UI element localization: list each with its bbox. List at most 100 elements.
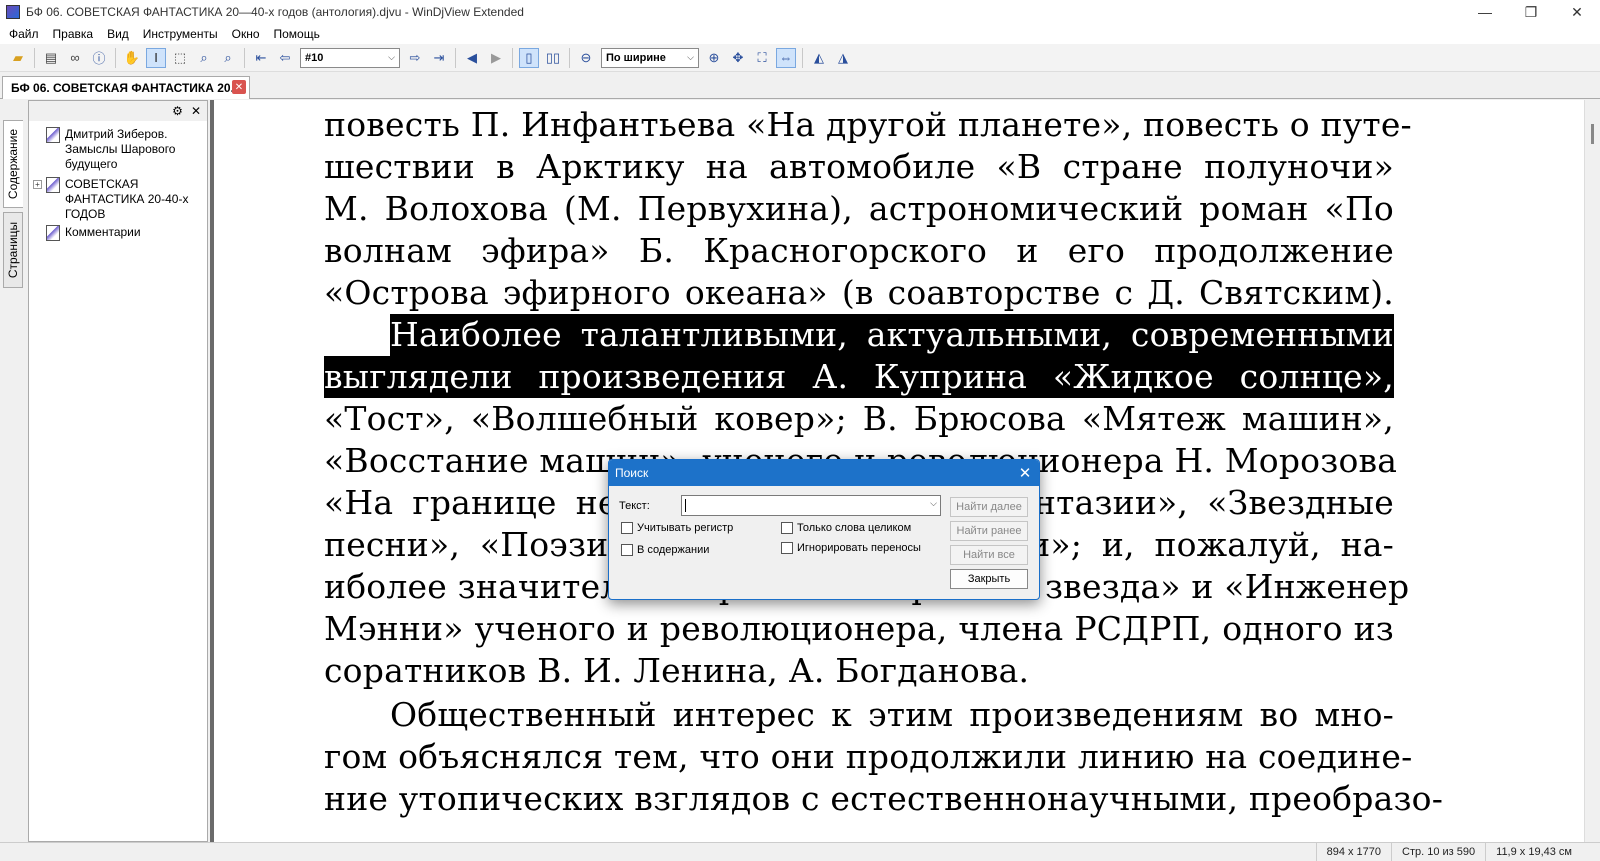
- continuous-layout-icon[interactable]: ▯: [519, 47, 539, 68]
- actual-size-icon[interactable]: ⛶: [752, 48, 772, 68]
- toolbar-separator: [802, 47, 803, 68]
- hand-icon[interactable]: ✋: [122, 48, 142, 68]
- menu-edit[interactable]: Правка: [46, 27, 101, 41]
- document-icon: [46, 225, 60, 241]
- rotate-left-icon[interactable]: ◭: [809, 48, 829, 68]
- fit-page-icon[interactable]: ✥: [728, 48, 748, 68]
- toolbar-separator: [34, 47, 35, 68]
- zoom-combo[interactable]: По ширине ⌵: [601, 47, 699, 68]
- page-combo[interactable]: #10 ⌵: [300, 47, 400, 68]
- document-icon: [46, 177, 60, 193]
- checkbox-box[interactable]: [621, 522, 633, 534]
- magnifier-minus-icon[interactable]: ⌕: [218, 48, 238, 68]
- tab-document[interactable]: БФ 06. СОВЕТСКАЯ ФАНТАСТИКА 20...: [2, 76, 250, 99]
- text-line: Мэнни» ученого и революционера, члена РС…: [324, 609, 1394, 648]
- chevron-down-icon: ⌵: [687, 52, 694, 62]
- dialog-close-icon[interactable]: ✕: [1011, 460, 1039, 486]
- search-input[interactable]: ⌵: [681, 495, 941, 516]
- tree-item[interactable]: + СОВЕТСКАЯ ФАНТАСТИКА 20-40-х ГОДОВ: [33, 177, 193, 222]
- find-next-button[interactable]: Найти далее: [950, 497, 1028, 517]
- dialog-title-bar[interactable]: Поиск: [609, 460, 1039, 486]
- binoculars-icon[interactable]: ∞: [65, 48, 85, 68]
- toolbar-separator: [569, 47, 570, 68]
- facing-pages-icon[interactable]: ▯▯: [543, 48, 563, 68]
- back-icon[interactable]: ◀: [462, 48, 482, 68]
- search-dialog: Поиск ✕ Текст: ⌵ Учитывать регистр Тольк…: [608, 459, 1040, 600]
- forward-icon[interactable]: ▶: [486, 48, 506, 68]
- menu-file[interactable]: Файл: [2, 27, 46, 41]
- window-title: БФ 06. СОВЕТСКАЯ ФАНТАСТИКА 20—40-х годо…: [26, 5, 524, 19]
- close-icon[interactable]: ✕: [191, 104, 201, 118]
- menu-bar: Файл Правка Вид Инструменты Окно Помощь: [0, 24, 1600, 44]
- chevron-down-icon: ⌵: [388, 52, 395, 62]
- status-bar: 894 x 1770 Стр. 10 из 590 11,9 x 19,43 с…: [0, 842, 1600, 861]
- menu-help[interactable]: Помощь: [267, 27, 327, 41]
- next-page-icon[interactable]: ⇨: [405, 48, 425, 68]
- rect-select-icon[interactable]: ⬚: [170, 48, 190, 68]
- first-page-icon[interactable]: ⇤: [251, 48, 271, 68]
- dialog-title: Поиск: [615, 466, 649, 480]
- fit-width-icon[interactable]: ⇔: [776, 47, 796, 68]
- zoom-combo-value: По ширине: [606, 51, 666, 64]
- toolbar-separator: [115, 47, 116, 68]
- text-label: Текст:: [619, 500, 650, 512]
- toolbar-separator: [244, 47, 245, 68]
- restore-button[interactable]: ❐: [1508, 0, 1554, 24]
- toolbar-separator: [512, 47, 513, 68]
- tab-contents[interactable]: Содержание: [3, 120, 23, 208]
- menu-view[interactable]: Вид: [100, 27, 136, 41]
- chevron-down-icon[interactable]: ⌵: [930, 498, 937, 509]
- status-page-size: 894 x 1770: [1315, 842, 1391, 861]
- rotate-right-icon[interactable]: ◮: [833, 48, 853, 68]
- highlighted-text-line: Наиболее талантливыми, актуальными, совр…: [390, 314, 1394, 356]
- in-contents-checkbox[interactable]: В содержании: [621, 544, 709, 556]
- text-line: соратников В. И. Ленина, А. Богданова.: [324, 651, 1030, 690]
- toolbar-separator: [455, 47, 456, 68]
- zoom-out-icon[interactable]: ⊖: [576, 48, 596, 68]
- match-case-checkbox[interactable]: Учитывать регистр: [621, 522, 733, 534]
- info-icon[interactable]: ⓘ: [89, 48, 109, 68]
- tab-pages[interactable]: Страницы: [3, 212, 23, 288]
- checkbox-box[interactable]: [781, 542, 793, 554]
- document-icon: [46, 127, 60, 143]
- find-prev-button[interactable]: Найти ранее: [950, 521, 1028, 541]
- checkbox-box[interactable]: [621, 544, 633, 556]
- tab-contents-label: Содержание: [6, 128, 21, 200]
- close-dialog-button[interactable]: Закрыть: [950, 569, 1028, 589]
- last-page-icon[interactable]: ⇥: [429, 48, 449, 68]
- tree-item-label: Дмитрий Зиберов. Замыслы Шарового будуще…: [65, 127, 176, 171]
- gear-icon[interactable]: ⚙: [172, 104, 183, 118]
- status-page-number: Стр. 10 из 590: [1391, 842, 1485, 861]
- whole-words-checkbox[interactable]: Только слова целиком: [781, 522, 911, 534]
- checkbox-box[interactable]: [781, 522, 793, 534]
- scroll-thumb[interactable]: [1591, 124, 1594, 144]
- ignore-hyphens-checkbox[interactable]: Игнорировать переносы: [781, 542, 921, 554]
- zoom-in-icon[interactable]: ⊕: [704, 48, 724, 68]
- tree-item[interactable]: Дмитрий Зиберов. Замыслы Шарового будуще…: [33, 127, 193, 172]
- prev-page-icon[interactable]: ⇦: [275, 48, 295, 68]
- minimize-button[interactable]: —: [1462, 0, 1508, 24]
- menu-tools[interactable]: Инструменты: [136, 27, 225, 41]
- text-select-icon[interactable]: I: [146, 47, 166, 68]
- tree-item[interactable]: Комментарии: [33, 225, 193, 241]
- expand-icon[interactable]: +: [33, 180, 42, 189]
- menu-window[interactable]: Окно: [225, 27, 267, 41]
- checkbox-label: В содержании: [637, 544, 710, 556]
- close-window-button[interactable]: ✕: [1554, 0, 1600, 24]
- title-bar: БФ 06. СОВЕТСКАЯ ФАНТАСТИКА 20—40-х годо…: [0, 0, 1600, 24]
- text-line: М. Волохова (М. Первухина), астрономичес…: [324, 189, 1394, 228]
- text-caret: [685, 499, 686, 512]
- status-dimensions: 11,9 x 19,43 см: [1485, 842, 1582, 861]
- checkbox-label: Игнорировать переносы: [797, 542, 921, 554]
- open-folder-icon[interactable]: ▰: [8, 48, 28, 68]
- text-line: волнам эфира» Б. Красногорского и его пр…: [324, 231, 1394, 270]
- text-line: Общественный интерес к этим произведения…: [390, 695, 1394, 734]
- find-all-button[interactable]: Найти все: [950, 545, 1028, 565]
- checkbox-label: Учитывать регистр: [637, 522, 734, 534]
- close-tab-icon[interactable]: ✕: [232, 80, 246, 94]
- text-line: повесть П. Инфантьева «На другой планете…: [324, 105, 1412, 144]
- print-icon[interactable]: ▤: [41, 48, 61, 68]
- vertical-scrollbar[interactable]: [1584, 100, 1600, 842]
- magnifier-plus-icon[interactable]: ⌕: [194, 48, 214, 68]
- tree-item-label: Комментарии: [65, 225, 141, 239]
